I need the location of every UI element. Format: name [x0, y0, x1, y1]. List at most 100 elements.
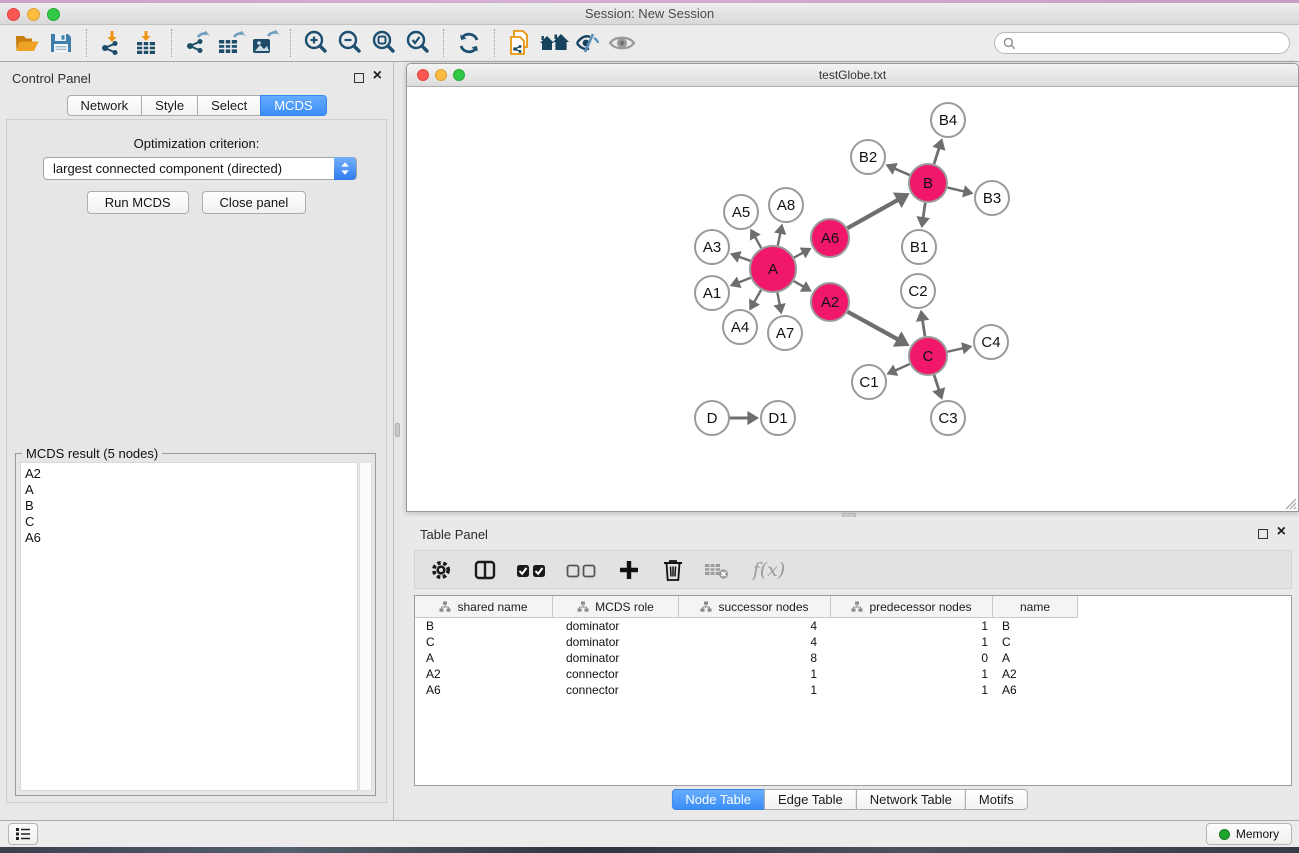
graph-edge-C-C3[interactable]: [934, 375, 939, 390]
select-all-icon[interactable]: [514, 556, 550, 584]
delete-table-icon[interactable]: [702, 556, 732, 584]
zoom-network-window-button[interactable]: [453, 69, 465, 81]
mcds-result-scrollbar[interactable]: [359, 462, 372, 791]
close-network-window-button[interactable]: [417, 69, 429, 81]
graph-edge-C-C4[interactable]: [948, 348, 964, 352]
graph-node-label: B: [923, 175, 933, 192]
mcds-result-item[interactable]: A2: [21, 466, 357, 482]
zoom-selected-icon[interactable]: [401, 28, 435, 58]
graph-edge-arrowhead: [774, 224, 786, 235]
unselect-all-icon[interactable]: [564, 556, 600, 584]
tab-select[interactable]: Select: [197, 95, 261, 116]
graph-edge-A6-B[interactable]: [847, 200, 898, 228]
mcds-buttons-row: Run MCDS Close panel: [7, 191, 386, 214]
column-header-predecessor-nodes[interactable]: predecessor nodes: [831, 596, 993, 618]
column-header-shared-name[interactable]: shared name: [415, 596, 553, 618]
network-window-title: testGlobe.txt: [407, 64, 1298, 86]
export-table-icon[interactable]: [214, 28, 248, 58]
graph-edge-A-A1[interactable]: [738, 278, 750, 283]
zoom-fit-icon[interactable]: [367, 28, 401, 58]
graph-edge-A-A6[interactable]: [794, 252, 803, 257]
network-canvas[interactable]: B4B2BB3A5A8A6A3AB1A1C2A2A4A7CC4C1C3DD1: [407, 87, 1298, 511]
graph-edge-A-A2[interactable]: [794, 281, 804, 287]
window-resize-grip[interactable]: [1283, 496, 1297, 510]
close-panel-icon[interactable]: ×: [373, 67, 382, 85]
tab-network[interactable]: Network: [66, 95, 142, 116]
import-table-icon[interactable]: [129, 28, 163, 58]
graph-edge-C-C2[interactable]: [922, 320, 925, 336]
zoom-window-button[interactable]: [47, 8, 60, 21]
tab-network-table[interactable]: Network Table: [856, 789, 966, 810]
table-options-gear-icon[interactable]: [426, 556, 456, 584]
tab-style[interactable]: Style: [141, 95, 198, 116]
tab-node-table[interactable]: Node Table: [671, 789, 765, 810]
table-cell: B: [415, 619, 553, 633]
graph-edge-A2-C[interactable]: [848, 312, 898, 340]
show-columns-icon[interactable]: [470, 556, 500, 584]
table-row[interactable]: Adominator80A: [415, 650, 1291, 666]
create-column-plus-icon[interactable]: [614, 556, 644, 584]
graph-edge-A-A5[interactable]: [755, 237, 761, 248]
save-session-icon[interactable]: [44, 28, 78, 58]
zoom-in-icon[interactable]: [299, 28, 333, 58]
delete-columns-trash-icon[interactable]: [658, 556, 688, 584]
network-window-titlebar[interactable]: testGlobe.txt: [407, 64, 1298, 87]
graph-edge-B-B2[interactable]: [894, 168, 909, 175]
graph-node-label: A1: [703, 285, 721, 302]
tab-motifs[interactable]: Motifs: [965, 789, 1028, 810]
table-cell: dominator: [553, 635, 679, 649]
close-table-panel-icon[interactable]: ×: [1277, 523, 1286, 541]
vertical-split-divider[interactable]: [393, 62, 400, 820]
table-row[interactable]: A6connector11A6: [415, 682, 1291, 698]
table-row[interactable]: Cdominator41C: [415, 634, 1291, 650]
graph-edge-A-A3[interactable]: [739, 257, 751, 261]
minimize-window-button[interactable]: [27, 8, 40, 21]
function-builder-icon[interactable]: f(x): [746, 556, 790, 584]
show-panels-eye-icon[interactable]: [605, 28, 639, 58]
column-header-successor-nodes[interactable]: successor nodes: [679, 596, 831, 618]
tab-mcds[interactable]: MCDS: [260, 95, 326, 116]
network-canvas-area[interactable]: B4B2BB3A5A8A6A3AB1A1C2A2A4A7CC4C1C3DD1: [407, 87, 1298, 511]
mcds-result-item[interactable]: A6: [21, 530, 357, 546]
task-history-button[interactable]: [8, 823, 38, 845]
search-field[interactable]: [994, 32, 1290, 54]
table-panel-tabs: Node TableEdge TableNetwork TableMotifs: [671, 789, 1027, 810]
close-window-button[interactable]: [7, 8, 20, 21]
mcds-result-item[interactable]: C: [21, 514, 357, 530]
float-panel-icon[interactable]: [354, 73, 364, 83]
open-session-icon[interactable]: [10, 28, 44, 58]
mcds-result-item[interactable]: B: [21, 498, 357, 514]
export-network-icon[interactable]: [180, 28, 214, 58]
reset-home-layout-icon[interactable]: [537, 28, 571, 58]
graph-edge-B-B1[interactable]: [923, 203, 925, 218]
minimize-network-window-button[interactable]: [435, 69, 447, 81]
criterion-select[interactable]: largest connected component (directed): [43, 157, 357, 180]
graph-edge-B-B4[interactable]: [934, 148, 939, 164]
toolbar-separator: [171, 29, 172, 57]
hide-panels-eye-icon[interactable]: [571, 28, 605, 58]
export-image-icon[interactable]: [248, 28, 282, 58]
search-input[interactable]: [1016, 36, 1289, 50]
zoom-out-icon[interactable]: [333, 28, 367, 58]
table-row[interactable]: Bdominator41B: [415, 618, 1291, 634]
table-row[interactable]: A2connector11A2: [415, 666, 1291, 682]
graph-node-label: A6: [821, 230, 839, 247]
float-table-panel-icon[interactable]: [1258, 529, 1268, 539]
memory-button[interactable]: Memory: [1206, 823, 1292, 845]
graph-edge-C-C1[interactable]: [895, 364, 910, 371]
import-network-icon[interactable]: [95, 28, 129, 58]
run-mcds-button[interactable]: Run MCDS: [87, 191, 189, 214]
tab-edge-table[interactable]: Edge Table: [764, 789, 857, 810]
column-header-name[interactable]: name: [993, 596, 1078, 618]
graph-edge-A-A7[interactable]: [777, 293, 779, 306]
mcds-result-item[interactable]: A: [21, 482, 357, 498]
graph-edge-B-B3[interactable]: [947, 188, 964, 192]
refresh-view-icon[interactable]: [452, 28, 486, 58]
copy-network-view-icon[interactable]: [503, 28, 537, 58]
graph-edge-A-A8[interactable]: [778, 233, 781, 246]
network-view-window: testGlobe.txt B4B2BB3A5A8A6A3AB1A1C2A2A4…: [406, 63, 1299, 512]
graph-edge-A-A4[interactable]: [754, 290, 761, 303]
list-icon: [15, 827, 31, 841]
column-header-mcds-role[interactable]: MCDS role: [553, 596, 679, 618]
close-panel-button[interactable]: Close panel: [202, 191, 307, 214]
